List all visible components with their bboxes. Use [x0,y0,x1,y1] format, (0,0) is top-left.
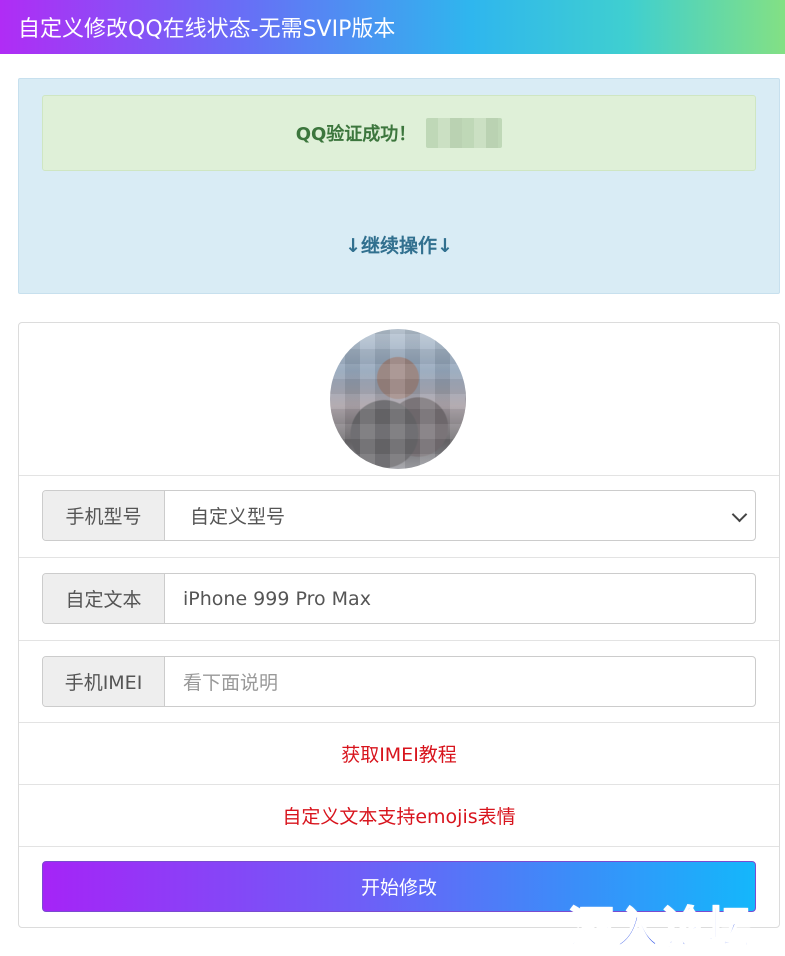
imei-row: 手机IMEI 看下面说明 [19,641,779,723]
imei-input-group: 手机IMEI 看下面说明 [42,656,756,707]
continue-hint: ↓继续操作↓ [345,235,453,257]
emoji-note-row: 自定义文本支持emojis表情 [19,785,779,847]
chevron-down-icon [731,506,748,522]
imei-input[interactable]: 看下面说明 [165,657,755,706]
model-row: 手机型号 自定义型号 [19,475,779,558]
custom-text-row: 自定文本 iPhone 999 Pro Max [19,558,779,641]
model-selected-value: 自定义型号 [190,506,286,528]
page-title: 自定义修改QQ在线状态-无需SVIP版本 [18,17,396,42]
success-alert: QQ验证成功！ [42,95,756,171]
avatar-row [19,323,779,476]
model-input-group: 手机型号 自定义型号 [42,490,756,541]
redacted-qq-number [426,118,503,148]
avatar [330,329,466,469]
model-label: 手机型号 [43,491,165,540]
settings-form: 手机型号 自定义型号 自定文本 iPhone 999 Pro Max 手机IME… [18,322,780,928]
imei-label: 手机IMEI [43,657,165,706]
success-message: QQ验证成功！ [295,124,417,145]
app-header: 自定义修改QQ在线状态-无需SVIP版本 [0,0,785,54]
tutorial-row: 获取IMEI教程 [19,723,779,785]
custom-text-input[interactable]: iPhone 999 Pro Max [165,574,755,623]
emoji-support-note: 自定义文本支持emojis表情 [282,806,516,828]
model-select[interactable]: 自定义型号 [165,491,755,540]
info-panel: QQ验证成功！ ↓继续操作↓ [18,78,780,294]
forum-watermark: 酒入论坛 [568,902,753,955]
imei-tutorial-link[interactable]: 获取IMEI教程 [341,740,457,767]
custom-text-input-group: 自定文本 iPhone 999 Pro Max [42,573,756,624]
custom-text-label: 自定文本 [43,574,165,623]
